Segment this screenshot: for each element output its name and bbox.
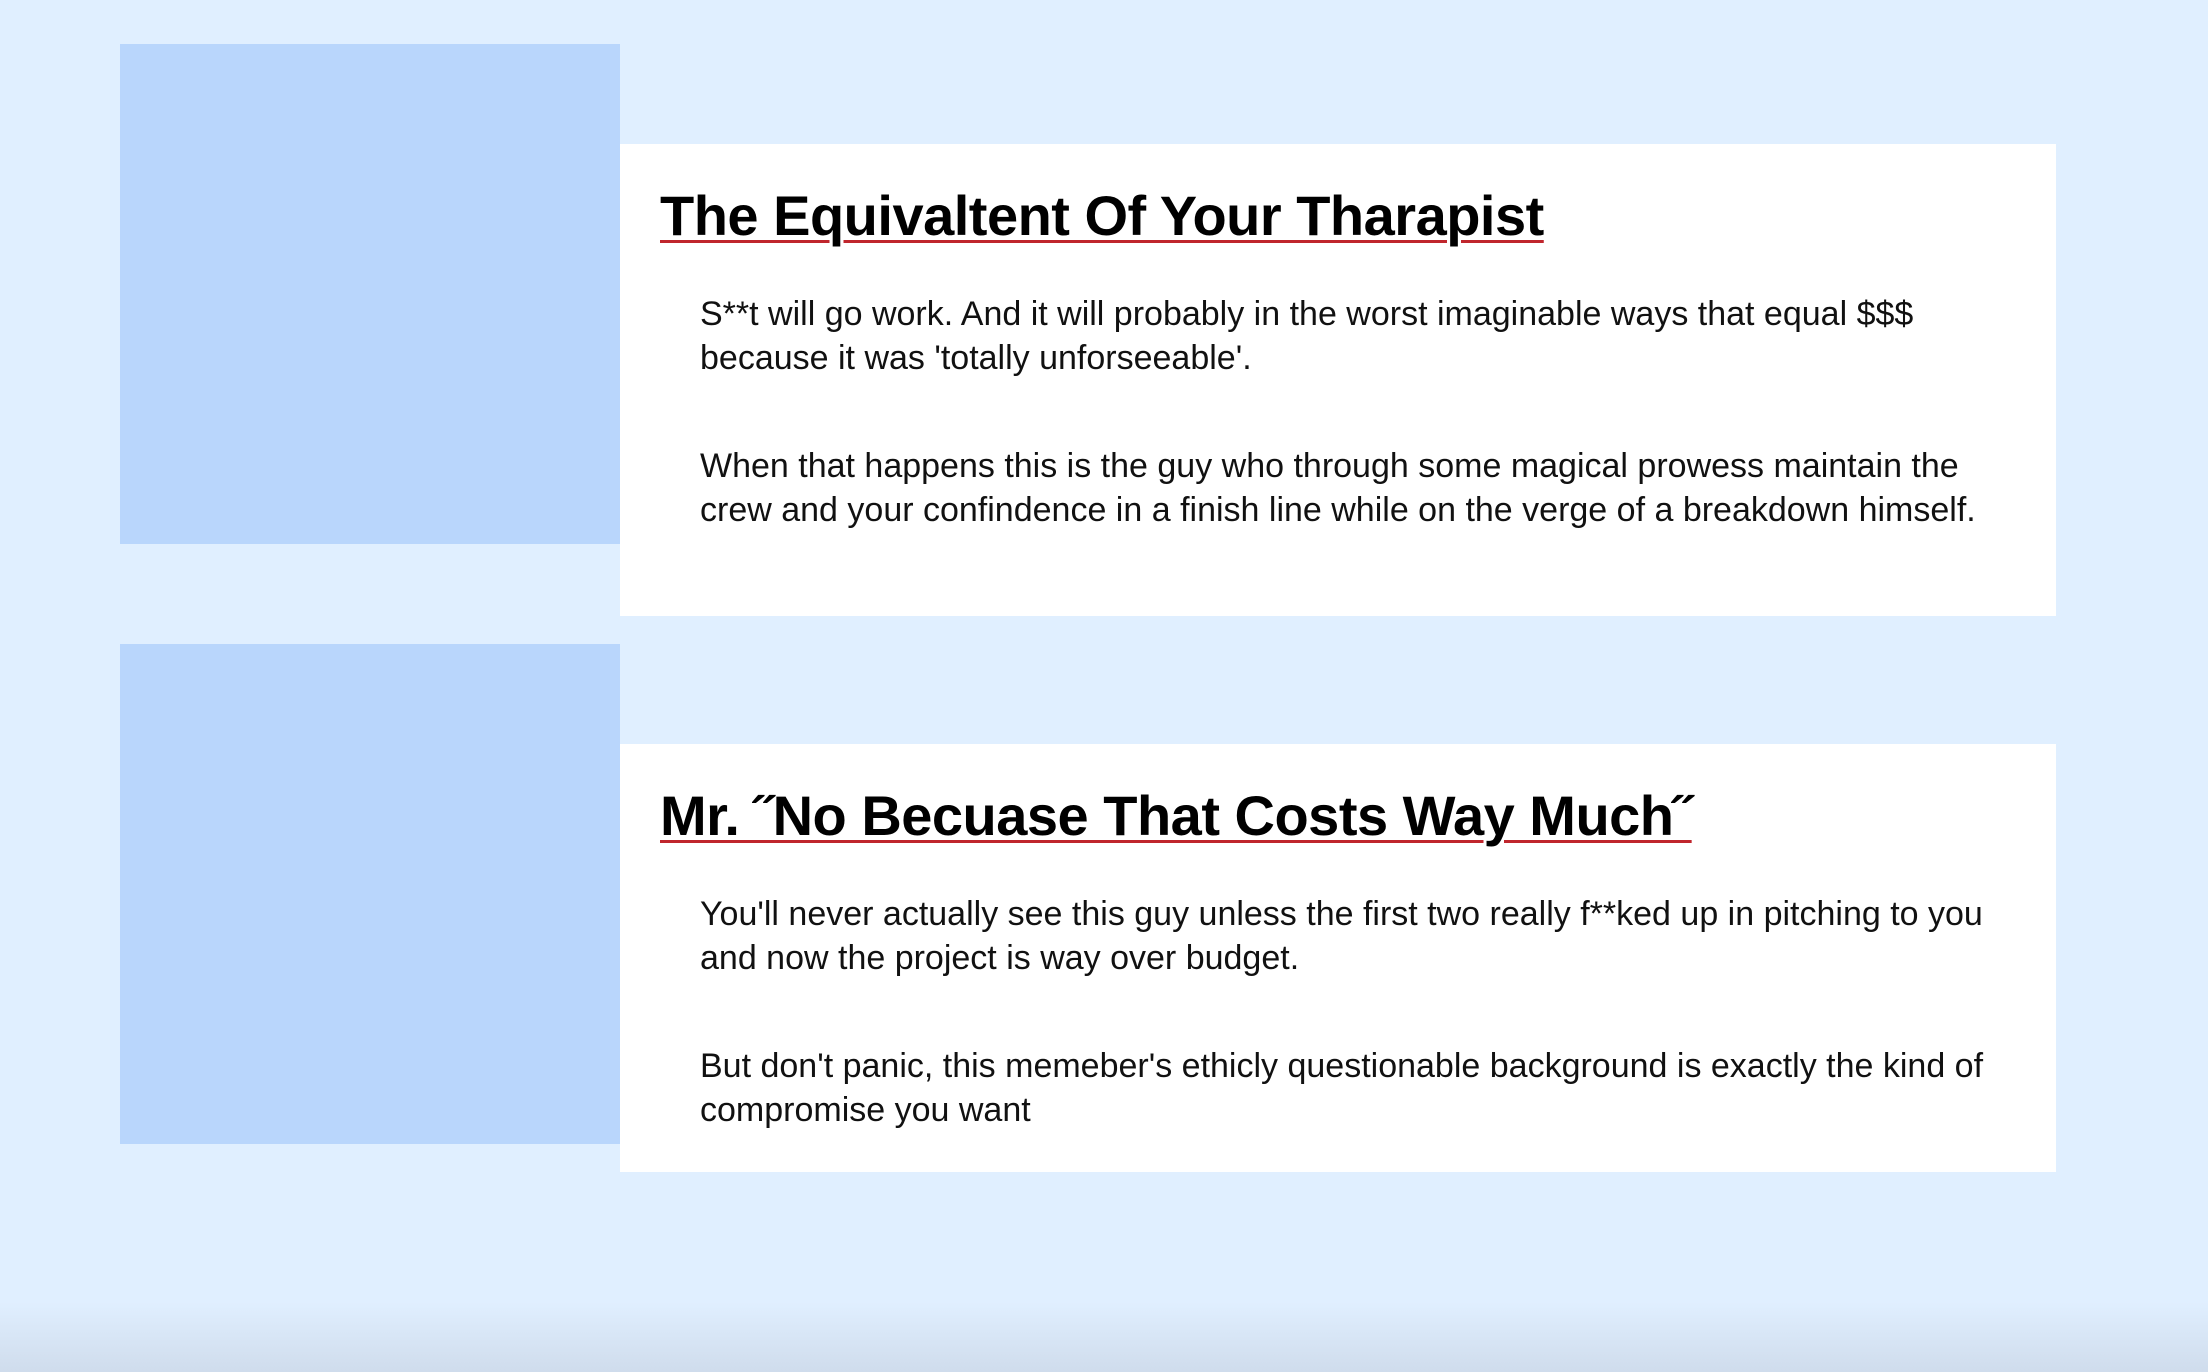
card-paragraph: But don't panic, this memeber's ethicly … — [700, 1047, 1984, 1129]
card-body: S**t will go work. And it will probably … — [660, 292, 2022, 532]
bottom-shadow — [0, 1302, 2208, 1372]
card-title: Mr. ˝No Becuase That Costs Way Much˝ — [660, 784, 1692, 847]
card-paragraph: You'll never actually see this guy unles… — [700, 895, 1983, 977]
member-photo-placeholder — [120, 644, 620, 1144]
card-body: You'll never actually see this guy unles… — [660, 892, 2022, 1132]
card-panel: The Equivaltent Of Your Tharapist S**t w… — [620, 144, 2056, 616]
member-photo-placeholder — [120, 44, 620, 544]
card-title: The Equivaltent Of Your Tharapist — [660, 184, 1544, 247]
card-paragraph: S**t will go work. And it will probably … — [700, 295, 1914, 377]
card-paragraph: When that happens this is the guy who th… — [700, 447, 1976, 529]
card-panel: Mr. ˝No Becuase That Costs Way Much˝ You… — [620, 744, 2056, 1172]
